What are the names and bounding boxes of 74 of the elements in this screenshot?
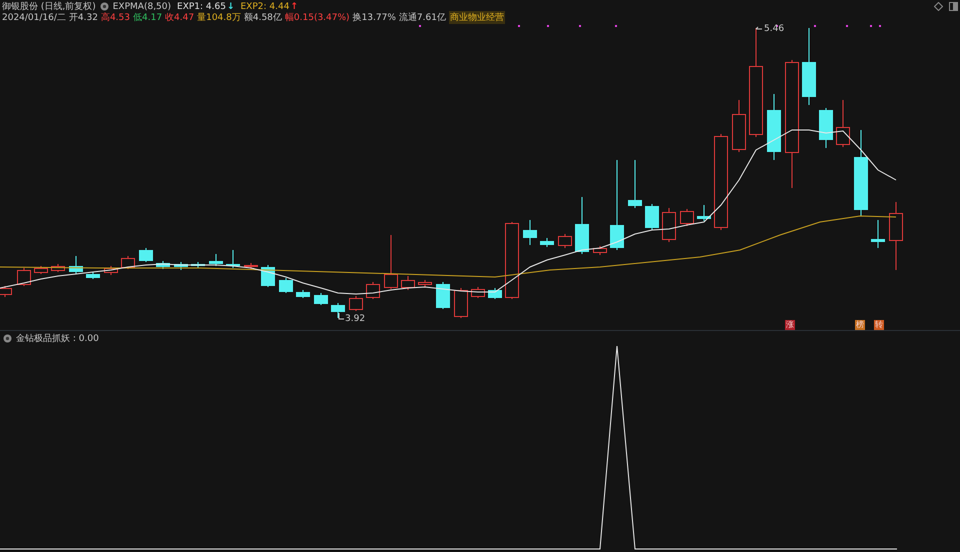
candlestick — [34, 266, 48, 274]
indicator-icon[interactable] — [3, 334, 12, 343]
candlestick — [156, 260, 170, 270]
candlestick — [488, 288, 502, 300]
quote-value: 额4.58亿 — [244, 12, 282, 24]
candlestick — [244, 262, 258, 270]
indicator-name: EXPMA(8,50) — [112, 2, 172, 12]
indicator-icon[interactable] — [100, 2, 109, 11]
candlestick — [680, 208, 694, 226]
candlestick — [523, 220, 537, 246]
quote-value: 开4.32 — [68, 12, 98, 24]
panel-icon[interactable] — [949, 2, 958, 11]
candlestick — [121, 256, 135, 270]
candlestick — [69, 256, 83, 274]
indicator-title: 金钻极品抓妖 : 0.00 — [16, 332, 99, 345]
candlestick — [540, 238, 554, 248]
candlestick — [261, 264, 275, 288]
candlestick — [366, 282, 380, 300]
candlestick — [558, 234, 572, 248]
sector-tag[interactable]: 商业物业经营 — [448, 11, 505, 24]
quote-value: 2024/01/16/二 — [2, 12, 66, 24]
leader-line — [756, 26, 762, 30]
candlestick — [296, 290, 310, 298]
candlestick — [662, 208, 676, 242]
quote-value: 流通7.61亿 — [398, 12, 446, 24]
candlestick — [349, 296, 363, 312]
candlestick — [628, 160, 642, 208]
candlestick — [645, 204, 659, 230]
quote-value: 收4.47 — [165, 12, 194, 24]
stock-title: 御银股份 (日线,前复权) — [2, 0, 96, 13]
candlestick — [471, 286, 485, 298]
candlestick — [314, 292, 328, 306]
quote-value: 换13.77% — [352, 12, 396, 24]
signal-badge: 涨 — [785, 320, 795, 330]
price-label: 5.46 — [764, 24, 784, 34]
candlestick — [836, 100, 850, 148]
candlestick — [889, 202, 903, 270]
candlestick — [732, 100, 746, 152]
candlestick — [697, 204, 711, 222]
indicator-value: EXP1: 4.65 — [177, 2, 226, 12]
arrow-symbol: ↓ — [226, 2, 234, 12]
signal-badge: 榜 — [855, 320, 865, 330]
quote-value: 低4.17 — [133, 12, 162, 24]
candlestick — [209, 254, 223, 266]
quote-value: 幅0.15(3.47%) — [284, 12, 350, 24]
candlestick — [139, 248, 153, 262]
price-label: 3.92 — [345, 314, 366, 324]
candlestick — [575, 196, 589, 254]
candlestick — [226, 250, 240, 268]
candlestick — [331, 302, 345, 318]
quote-value: 高4.53 — [100, 12, 130, 24]
candlestick — [593, 246, 607, 256]
candlestick — [191, 262, 205, 268]
candlestick — [104, 266, 118, 276]
candlestick — [174, 262, 188, 270]
diamond-icon[interactable] — [934, 2, 943, 11]
indicator-value: EXP2: 4.44 — [240, 2, 290, 12]
candlestick — [436, 282, 450, 310]
signal-badge: 转 — [874, 320, 884, 330]
candlestick — [86, 272, 100, 280]
candlestick — [819, 108, 833, 148]
candlestick — [418, 280, 432, 288]
candlestick — [0, 286, 12, 298]
candlestick — [871, 220, 885, 248]
candlestick — [17, 268, 31, 286]
candlestick — [51, 264, 65, 272]
candlestick — [384, 234, 398, 290]
candlestick — [767, 94, 781, 160]
leader-line — [338, 312, 344, 320]
arrow-symbol: ↑ — [290, 2, 298, 12]
quote-value: 量104.8万 — [197, 12, 241, 24]
candlestick — [454, 288, 468, 318]
candlestick — [401, 276, 415, 290]
candlestick — [279, 278, 293, 294]
